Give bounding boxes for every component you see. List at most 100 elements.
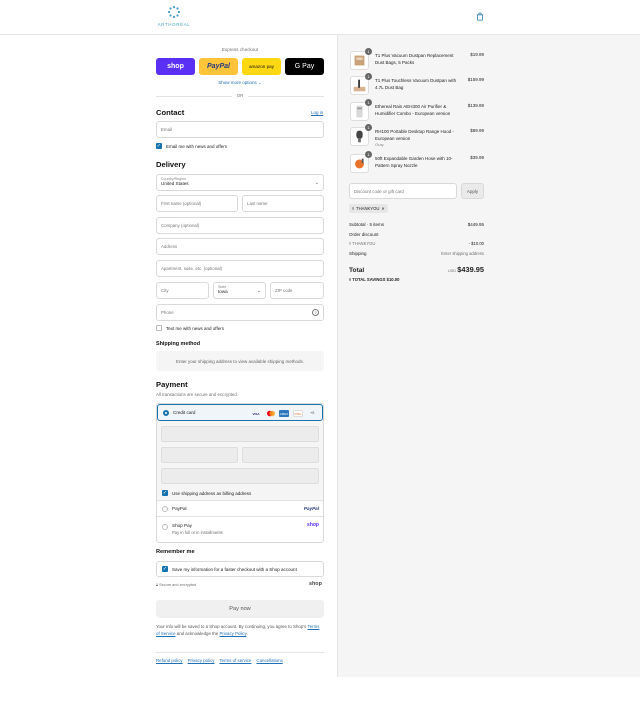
total-savings-label: TOTAL SAVINGS [352,277,386,282]
quantity-badge: 1 [365,99,372,106]
city-field[interactable]: City [156,282,209,299]
legal-text-before: Your info will be saved to a Shop accoun… [156,624,308,629]
phone-field[interactable]: Phone ? [156,304,324,321]
legal-text-middle: and acknowledge the [175,631,220,636]
shop-pay-label: Shop Pay [172,523,192,528]
order-item: 1 T1 Plus Touchless Vacuum Dustpan with … [349,73,484,96]
login-link[interactable]: Log in [311,110,323,115]
legal-text: Your info will be saved to a Shop accoun… [156,623,324,637]
card-details-area: ✓ Use shipping address as billing addres… [157,421,323,501]
subtotal-label: Subtotal · 5 items [349,222,385,227]
discount-code-field[interactable]: Discount code or gift card [349,183,457,199]
zip-field[interactable]: ZIP code [270,282,324,299]
text-news-label: Text me with news and offers [166,326,224,331]
shop-pay-option[interactable]: Shop Pay Pay in full or in installments … [157,518,323,542]
shop-pay-radio[interactable] [162,524,168,530]
contact-heading: Contact [156,108,185,117]
item-name: T1 Plus Touchless Vacuum Dustpan with 4.… [375,78,457,90]
order-item: 1 Ethereal Rain AEH300 Air Purifier & Hu… [349,99,484,122]
item-name: T1 Plus Vacuum Dustpan Replacement Dust … [375,53,454,65]
text-news-checkbox[interactable] [156,325,162,331]
lock-icon: 🔒︎ [156,583,159,587]
shop-logo: shop [309,581,322,587]
refund-policy-link[interactable]: Refund policy [156,658,183,663]
name-on-card-field[interactable] [161,468,319,484]
remember-me-heading: Remember me [156,549,195,555]
show-more-options-link[interactable]: Show more options ⌄ [156,80,324,86]
first-name-field[interactable]: First name (optional) [156,195,238,212]
remove-discount-icon[interactable]: ✕ [381,206,385,211]
discount-code-label: THANKYOU [352,241,376,246]
expiration-field[interactable] [161,447,238,463]
shop-pay-logo: shop [307,522,319,528]
item-name: RH100 Portable Desktop Range Hood - Euro… [375,129,455,141]
currency-label: USD [447,269,457,273]
apartment-field[interactable]: Apartment, suite, etc. (optional) [156,260,324,277]
privacy-policy-link[interactable]: Privacy policy [188,658,215,663]
secure-label: Secure and encrypted [159,583,197,587]
save-info-checkbox[interactable]: ✓ [162,566,168,572]
or-label: OR [232,93,248,98]
quantity-badge: 1 [365,73,372,80]
shipping-method-heading: Shipping method [156,341,201,347]
order-discount-label: Order discount [349,232,379,237]
paypal-radio[interactable] [162,506,168,512]
total-row: Total USD $439.95 [349,265,484,274]
delivery-heading: Delivery [156,160,186,169]
order-item: 1 RH100 Portable Desktop Range Hood - Eu… [349,124,484,147]
terms-of-service-link[interactable]: Terms of service [219,658,251,663]
company-field[interactable]: Company (optional) [156,217,324,234]
paypal-option[interactable]: PayPal PayPal [157,502,323,517]
legal-text-end: . [246,631,248,636]
save-info-label: Save my information for a faster checkou… [172,567,297,572]
quantity-badge: 1 [365,48,372,55]
shipping-method-placeholder: Enter your shipping address to view avai… [156,351,324,371]
help-icon[interactable]: ? [312,309,319,316]
privacy-link[interactable]: Privacy Policy [219,631,246,636]
quantity-badge: 1 [365,124,372,131]
shop-pay-sublabel: Pay in full or in installments [172,530,223,535]
payment-subtitle: All transactions are secure and encrypte… [156,392,239,397]
paypal-logo: PayPal [303,506,319,511]
email-news-checkbox[interactable]: ✓ [156,143,162,149]
secure-note: 🔒︎ Secure and encrypted [156,583,196,587]
apply-button[interactable]: Apply [461,183,484,199]
discount-detail-row: ◊ THANKYOU - $10.00 [349,241,484,246]
item-price: $89.99 [470,128,484,133]
brand-logo[interactable]: ARTHOREAL [155,5,193,27]
card-number-field[interactable] [161,426,319,442]
visa-icon: VISA [252,411,260,416]
credit-card-option[interactable]: Credit card VISA AMEX DISC +5 [157,404,323,421]
state-select[interactable]: State Iowa ⌄ [213,282,266,299]
order-item: 1 50ft Expandable Garden Hose with 10-Pa… [349,151,484,174]
last-name-field[interactable]: Last name [242,195,324,212]
credit-card-radio[interactable] [163,410,169,416]
mastercard-icon [267,410,275,417]
payment-methods: Credit card VISA AMEX DISC +5 ✓ Use ship… [156,403,324,543]
amex-icon: AMEX [279,410,289,417]
phone-placeholder: Phone [161,310,174,315]
discount-value: - $10.00 [468,241,484,246]
country-select[interactable]: Country/Region United States ⌄ [156,174,324,191]
chevron-down-icon: ⌄ [256,288,261,294]
cancellations-link[interactable]: Cancellations [256,658,282,663]
item-name: 50ft Expandable Garden Hose with 10-Patt… [375,156,453,168]
total-label: Total [349,267,365,274]
item-price: $19.99 [470,52,484,57]
shop-pay-button[interactable]: shop [156,58,195,75]
item-variant: Gray [375,142,384,147]
security-code-field[interactable] [242,447,319,463]
billing-same-checkbox[interactable]: ✓ [162,490,168,496]
save-info-box: ✓ Save my information for a faster check… [156,561,324,577]
item-name: Ethereal Rain AEH300 Air Purifier & Humi… [375,104,451,116]
total-savings-value: $10.00 [386,277,400,282]
address-field[interactable]: Address [156,238,324,255]
billing-same-label: Use shipping address as billing address [172,491,252,496]
google-pay-button[interactable]: G Pay [285,58,324,75]
pay-now-button[interactable]: Pay now [156,600,324,618]
email-field[interactable]: Email [156,121,324,138]
amazon-pay-button[interactable]: amazon pay [242,58,281,75]
paypal-button[interactable]: PayPal [199,58,238,75]
shipping-row: Shipping Enter shipping address [349,251,484,256]
shopping-bag-icon[interactable] [476,12,484,21]
